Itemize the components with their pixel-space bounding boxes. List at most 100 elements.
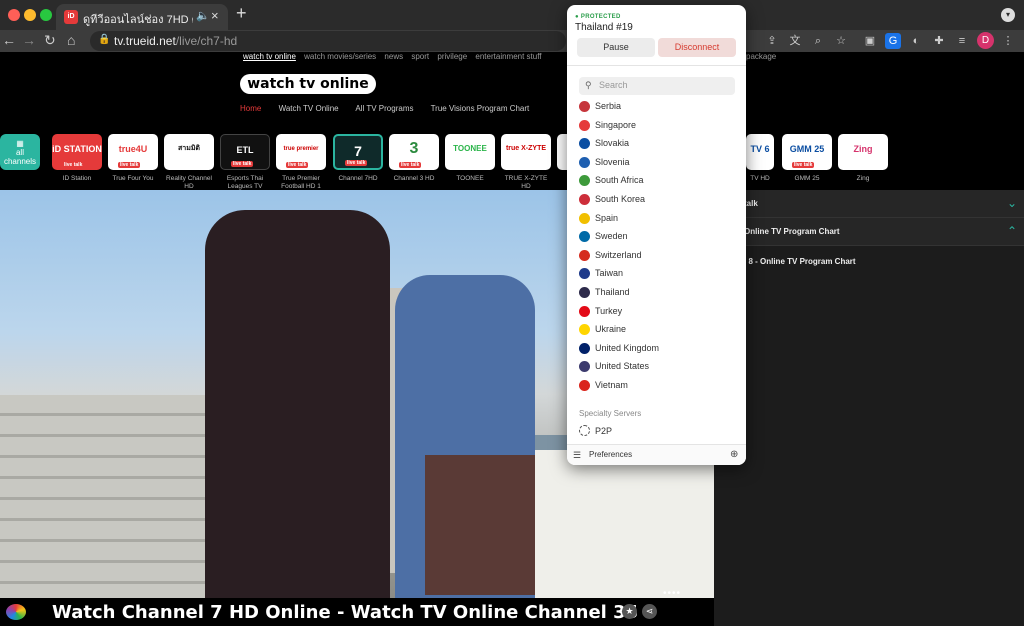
country-item[interactable]: Vietnam [579, 378, 735, 394]
main-nav-program-chart[interactable]: True Visions Program Chart [431, 104, 530, 113]
channel-name: TRUE X-ZYTE HD [504, 175, 548, 190]
main-nav-home[interactable]: Home [240, 104, 261, 113]
bookmark-star-icon[interactable]: ☆ [833, 33, 849, 49]
browser-tab-active[interactable]: iD ดูทีวีออนไลน์ช่อง 7HD ดูฟรี ที่นี่ 🔈 … [56, 4, 228, 30]
new-tab-plus-icon[interactable]: + [236, 3, 247, 24]
top-nav-entertainment[interactable]: entertainment stuff [475, 52, 541, 61]
reading-list-icon[interactable]: ≡ [954, 33, 970, 49]
country-item[interactable]: Thailand [579, 285, 735, 301]
country-item[interactable]: United Kingdom [579, 341, 735, 357]
channel-name: Zing [856, 175, 870, 182]
country-item[interactable]: Taiwan [579, 266, 735, 282]
favorite-star-icon[interactable]: ★ [622, 604, 637, 619]
globe-icon[interactable]: ⊕ [730, 449, 738, 460]
server-search-input[interactable] [599, 80, 729, 90]
all-channels-button[interactable]: ▦ all channels [0, 134, 40, 170]
search-icon: ⚲ [585, 80, 592, 90]
video-person-left [205, 210, 390, 598]
panel-row-talk[interactable]: talk ⌄ [714, 190, 1024, 218]
top-nav-privilege[interactable]: privilege [437, 52, 467, 61]
country-item[interactable]: Switzerland [579, 248, 735, 264]
reload-icon[interactable]: ↻ [44, 32, 56, 49]
channel-item[interactable]: W [557, 134, 567, 183]
channel-item[interactable]: iD STATION live talk ID Station [52, 134, 102, 183]
share-icon[interactable]: ⋖ [642, 604, 657, 619]
country-item[interactable]: Slovakia [579, 136, 735, 152]
top-nav-news[interactable]: news [384, 52, 403, 61]
country-name: Switzerland [595, 249, 642, 260]
top-nav-watch-tv[interactable]: watch tv online [243, 52, 296, 61]
channel-item[interactable]: ETL live talk Esports Thai Leagues TV [220, 134, 270, 191]
country-item[interactable]: Serbia [579, 99, 735, 115]
top-nav-package[interactable]: package [746, 52, 776, 61]
share-icon[interactable]: ⇪ [764, 33, 780, 49]
country-name: Sweden [595, 231, 628, 242]
flag-icon [579, 268, 590, 280]
flag-icon [579, 231, 590, 243]
top-nav-sport[interactable]: sport [411, 52, 429, 61]
specialty-servers-heading: Specialty Servers [579, 409, 642, 418]
disconnect-button[interactable]: Disconnect [658, 38, 736, 57]
speaker-icon[interactable]: 🔈 [196, 9, 210, 22]
main-nav-all-programs[interactable]: All TV Programs [355, 104, 413, 113]
channel-item[interactable]: TV 6 TV HD [746, 134, 774, 183]
window-zoom-button[interactable] [40, 9, 52, 21]
channel-item[interactable]: 3 live talk Channel 3 HD [389, 134, 439, 183]
profile-avatar[interactable]: D [977, 32, 994, 49]
top-nav-movies[interactable]: watch movies/series [304, 52, 376, 61]
forward-arrow-icon[interactable]: → [22, 32, 36, 48]
country-item[interactable]: Sweden [579, 229, 735, 245]
vpn-current-server: Thailand #19 [575, 22, 633, 33]
channel-item-selected[interactable]: 7 live talk Channel 7HD [333, 134, 383, 183]
program-chart-line[interactable]: l 8 - Online TV Program Chart [744, 257, 856, 266]
pause-button[interactable]: Pause [577, 38, 655, 57]
google-translate-extension-icon[interactable]: G [885, 33, 901, 49]
video-more-dots-icon[interactable]: •••• [663, 588, 681, 598]
country-item[interactable]: Turkey [579, 304, 735, 320]
extensions-puzzle-icon[interactable]: ✚ [931, 33, 947, 49]
translate-icon[interactable]: 文 [787, 33, 803, 49]
country-name: South Africa [595, 175, 644, 186]
country-item[interactable]: United States [579, 359, 735, 375]
channel-item[interactable]: GMM 25 live talk GMM 25 [782, 134, 832, 183]
country-item[interactable]: South Africa [579, 173, 735, 189]
color-extension-icon[interactable]: ◐ [908, 33, 924, 49]
home-icon[interactable]: ⌂ [67, 32, 75, 48]
address-bar[interactable]: 🔒 tv.trueid.net/live/ch7-hd [90, 31, 566, 51]
tab-close-icon[interactable]: × [211, 8, 219, 23]
preferences-link[interactable]: Preferences [589, 450, 632, 459]
channel-item[interactable]: true premier live talk True Premier Footb… [276, 134, 326, 191]
extension-screen-icon[interactable]: ▣ [862, 33, 878, 49]
window-close-button[interactable] [8, 9, 20, 21]
server-search-box[interactable]: ⚲ [579, 77, 735, 95]
menu-kebab-icon[interactable]: ⋮ [1000, 33, 1016, 49]
url-text: tv.trueid.net/live/ch7-hd [114, 34, 238, 48]
panel-row-program-chart[interactable]: Online TV Program Chart ⌃ [714, 218, 1024, 246]
zoom-icon[interactable]: ⌕ [810, 33, 826, 49]
channel-item[interactable]: สามมิติ Reality Channel HD [164, 134, 214, 191]
back-arrow-icon[interactable]: ← [2, 32, 16, 48]
p2p-server-item[interactable]: P2P [595, 426, 612, 436]
lock-icon: 🔒 [98, 34, 111, 45]
country-item[interactable]: South Korea [579, 192, 735, 208]
flag-icon [579, 342, 590, 354]
channel-item[interactable]: true4U live talk True Four You [108, 134, 158, 183]
window-minimize-button[interactable] [24, 9, 36, 21]
chevron-down-icon[interactable]: ⌄ [1007, 196, 1017, 210]
main-nav-watch-tv[interactable]: Watch TV Online [279, 104, 339, 113]
country-item[interactable]: Singapore [579, 118, 735, 134]
channel-item[interactable]: TOONEE TOONEE [445, 134, 495, 183]
flag-icon [579, 324, 590, 336]
vpn-status-label: ● PROTECTED [575, 14, 621, 20]
channel-item[interactable]: true X-ZYTE TRUE X-ZYTE HD [501, 134, 551, 191]
country-item[interactable]: Slovenia [579, 155, 735, 171]
tab-search-chevron-icon[interactable]: ▾ [1001, 8, 1015, 22]
flag-icon [579, 101, 590, 112]
channel-item[interactable]: Zing Zing [838, 134, 888, 183]
country-item[interactable]: Spain [579, 211, 735, 227]
country-name: Slovakia [595, 138, 630, 149]
watch-tv-online-logo[interactable]: watch tv online [240, 74, 376, 94]
channel-logo: 7 live talk [333, 134, 383, 170]
chevron-up-icon[interactable]: ⌃ [1007, 224, 1017, 238]
country-item[interactable]: Ukraine [579, 322, 735, 338]
